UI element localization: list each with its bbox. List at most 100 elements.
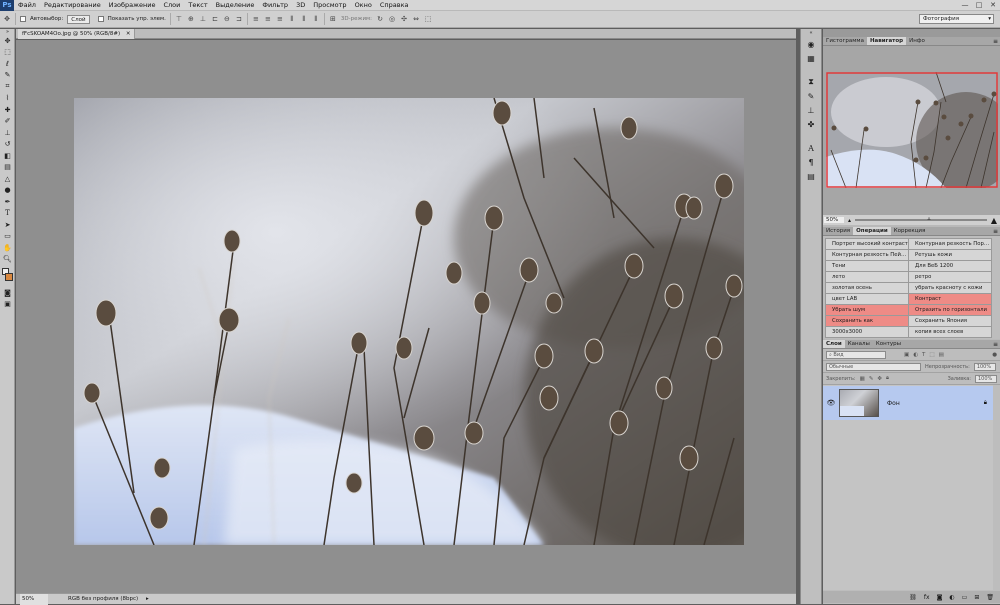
- lock-pixels-icon[interactable]: ✎: [869, 376, 874, 382]
- history-brush-tool-icon[interactable]: ↺: [0, 139, 15, 151]
- action-button[interactable]: Контраст: [909, 294, 992, 304]
- zoom-in-icon[interactable]: ▲: [991, 216, 997, 225]
- tab-channels[interactable]: Каналы: [845, 340, 873, 348]
- status-arrow-icon[interactable]: ▸: [146, 594, 149, 605]
- align-top-icon[interactable]: ⊤: [175, 15, 183, 23]
- shape-tool-icon[interactable]: ▭: [0, 231, 15, 243]
- panel-menu-icon[interactable]: ≡: [993, 37, 1000, 45]
- action-button[interactable]: Для ВеБ 1200: [909, 261, 992, 271]
- tool-presets-icon[interactable]: ✤: [801, 117, 821, 131]
- quick-mask-icon[interactable]: ◙: [0, 287, 15, 299]
- paragraph-panel-icon[interactable]: ¶: [801, 155, 821, 169]
- opacity-field[interactable]: 100%: [973, 362, 996, 371]
- brushes-panel-icon[interactable]: ✎: [801, 89, 821, 103]
- distribute-bottom-icon[interactable]: ≡: [276, 15, 284, 23]
- screen-mode-icon[interactable]: ▣: [0, 299, 15, 311]
- layer-style-icon[interactable]: fx: [924, 594, 930, 601]
- zoom-slider-thumb[interactable]: ▵: [928, 216, 931, 222]
- distribute-hcenter-icon[interactable]: ⦀: [300, 15, 308, 23]
- trash-icon[interactable]: 🗑︎: [986, 594, 994, 601]
- status-zoom[interactable]: 50%: [20, 594, 48, 605]
- close-button[interactable]: ✕: [986, 0, 1000, 11]
- tab-paths[interactable]: Контуры: [873, 340, 904, 348]
- tab-navigator[interactable]: Навигатор: [866, 37, 907, 45]
- action-button[interactable]: лето: [826, 272, 909, 282]
- new-group-icon[interactable]: ▭: [962, 594, 968, 601]
- eye-icon[interactable]: 👁︎: [823, 399, 839, 407]
- history-panel-icon[interactable]: ⧗: [801, 75, 821, 89]
- workspace-dropdown[interactable]: Фотография ▾: [919, 14, 994, 24]
- align-right-icon[interactable]: ⊐: [235, 15, 243, 23]
- action-button[interactable]: копия всех слоев: [909, 327, 992, 337]
- swatches-panel-icon[interactable]: ▦: [801, 51, 821, 65]
- marquee-tool-icon[interactable]: ⬚: [0, 47, 15, 59]
- add-mask-icon[interactable]: ◙: [937, 594, 943, 601]
- dodge-tool-icon[interactable]: ●: [0, 185, 15, 197]
- filter-type-icon[interactable]: T: [922, 352, 925, 358]
- action-button[interactable]: цвет LAB: [826, 294, 909, 304]
- lock-transparency-icon[interactable]: ▦: [860, 376, 865, 382]
- distribute-center-icon[interactable]: ≡: [264, 15, 272, 23]
- zoom-out-icon[interactable]: ▴: [848, 217, 851, 224]
- tab-layers[interactable]: Слои: [823, 340, 845, 348]
- autoselect-dropdown[interactable]: Слой: [67, 14, 90, 24]
- properties-panel-icon[interactable]: ▤: [801, 169, 821, 183]
- tab-histogram[interactable]: Гистограмма: [823, 37, 867, 45]
- clone-stamp-tool-icon[interactable]: ⊥: [0, 127, 15, 139]
- healing-brush-tool-icon[interactable]: ✚: [0, 104, 15, 116]
- action-button[interactable]: Тени: [826, 261, 909, 271]
- align-vcenter-icon[interactable]: ⊕: [187, 15, 195, 23]
- path-select-tool-icon[interactable]: ➤: [0, 219, 15, 231]
- type-tool-icon[interactable]: T: [0, 208, 15, 220]
- tab-adjustments[interactable]: Коррекция: [891, 227, 929, 235]
- fill-field[interactable]: 100%: [975, 374, 997, 383]
- distribute-right-icon[interactable]: ⦀: [312, 15, 320, 23]
- filter-pixel-icon[interactable]: ▣: [904, 352, 909, 358]
- distribute-top-icon[interactable]: ≡: [252, 15, 260, 23]
- lock-all-icon[interactable]: 🔒︎: [886, 375, 889, 382]
- menu-image[interactable]: Изображение: [105, 0, 160, 11]
- show-controls-checkbox[interactable]: [97, 16, 104, 22]
- align-left-icon[interactable]: ⊏: [211, 15, 219, 23]
- gradient-tool-icon[interactable]: ▤: [0, 162, 15, 174]
- document-image[interactable]: [74, 98, 744, 545]
- menu-type[interactable]: Текст: [184, 0, 211, 11]
- filter-shape-icon[interactable]: ⬚: [929, 352, 934, 358]
- 3d-scale-icon[interactable]: ⬚: [424, 15, 432, 23]
- menu-3d[interactable]: 3D: [292, 0, 309, 11]
- eyedropper-tool-icon[interactable]: ⌇: [0, 93, 15, 105]
- filter-toggle-icon[interactable]: ●: [992, 352, 997, 358]
- menu-select[interactable]: Выделение: [212, 0, 259, 11]
- tab-actions[interactable]: Операции: [853, 227, 891, 235]
- action-button[interactable]: золотая осень: [826, 283, 909, 293]
- action-button[interactable]: Отразить по горизонтали: [909, 305, 992, 315]
- filter-smart-icon[interactable]: ▤: [939, 352, 944, 358]
- blend-mode-dropdown[interactable]: Обычные: [826, 362, 921, 371]
- tab-history[interactable]: История: [823, 227, 853, 235]
- strip-collapse-icon[interactable]: «: [801, 29, 821, 37]
- layer-filter-dropdown[interactable]: ⌕ Вид: [826, 350, 886, 359]
- filter-adjust-icon[interactable]: ◐: [913, 352, 918, 358]
- maximize-button[interactable]: □: [972, 0, 986, 11]
- quick-select-tool-icon[interactable]: ✎: [0, 70, 15, 82]
- pen-tool-icon[interactable]: ✒: [0, 196, 15, 208]
- menu-filter[interactable]: Фильтр: [258, 0, 292, 11]
- align-bottom-icon[interactable]: ⊥: [199, 15, 207, 23]
- menu-help[interactable]: Справка: [376, 0, 413, 11]
- action-button[interactable]: Ретушь кожи: [909, 250, 992, 260]
- action-button[interactable]: ретро: [909, 272, 992, 282]
- action-button[interactable]: Сохранить Япония: [909, 316, 992, 326]
- distribute-left-icon[interactable]: ⦀: [288, 15, 296, 23]
- action-button[interactable]: Портрет высокий контраст: [826, 239, 909, 249]
- 3d-roll-icon[interactable]: ◎: [388, 15, 396, 23]
- menu-file[interactable]: Файл: [14, 0, 40, 11]
- menu-edit[interactable]: Редактирование: [40, 0, 105, 11]
- action-button[interactable]: Сохранить как: [826, 316, 909, 326]
- menu-view[interactable]: Просмотр: [309, 0, 350, 11]
- panel-menu-icon[interactable]: ≡: [993, 340, 1000, 348]
- action-button[interactable]: 3000x3000: [826, 327, 909, 337]
- crop-tool-icon[interactable]: ⌗: [0, 81, 15, 93]
- lasso-tool-icon[interactable]: ℓ: [0, 58, 15, 70]
- eraser-tool-icon[interactable]: ◧: [0, 150, 15, 162]
- lock-position-icon[interactable]: ✥: [877, 376, 882, 382]
